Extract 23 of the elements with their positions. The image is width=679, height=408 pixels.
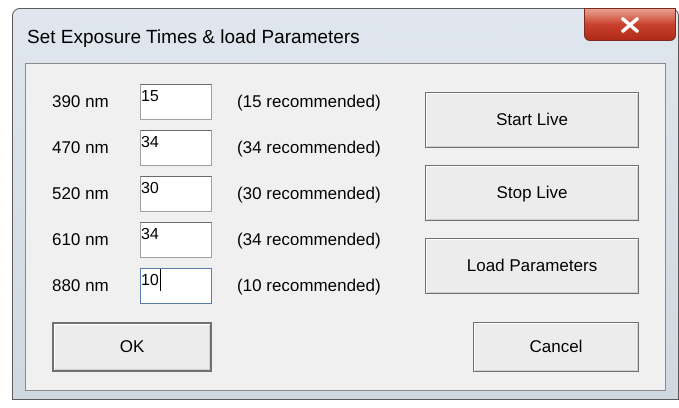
- wavelength-label: 880 nm: [52, 275, 110, 298]
- exposure-field[interactable]: 15: [140, 84, 212, 120]
- exposure-field[interactable]: 34: [140, 130, 212, 166]
- window-title: Set Exposure Times & load Parameters: [27, 26, 360, 50]
- wavelength-label: 470 nm: [52, 137, 110, 160]
- cancel-button[interactable]: Cancel: [473, 322, 639, 372]
- exposure-field[interactable]: 34: [140, 222, 212, 258]
- exposure-field[interactable]: 10: [140, 268, 212, 304]
- wavelength-label: 610 nm: [52, 229, 110, 252]
- action-button[interactable]: Load Parameters: [425, 238, 639, 294]
- close-icon: [620, 16, 640, 32]
- ok-button[interactable]: OK: [52, 322, 212, 372]
- close-button[interactable]: [584, 8, 676, 41]
- recommended-text: (30 recommended): [237, 183, 381, 206]
- recommended-text: (34 recommended): [237, 229, 381, 252]
- recommended-text: (34 recommended): [237, 137, 381, 160]
- action-button[interactable]: Stop Live: [425, 165, 639, 221]
- wavelength-label: 390 nm: [52, 91, 110, 114]
- action-button[interactable]: Start Live: [425, 92, 639, 148]
- exposure-field[interactable]: 30: [140, 176, 212, 212]
- recommended-text: (15 recommended): [237, 91, 381, 114]
- recommended-text: (10 recommended): [237, 275, 381, 298]
- wavelength-label: 520 nm: [52, 183, 110, 206]
